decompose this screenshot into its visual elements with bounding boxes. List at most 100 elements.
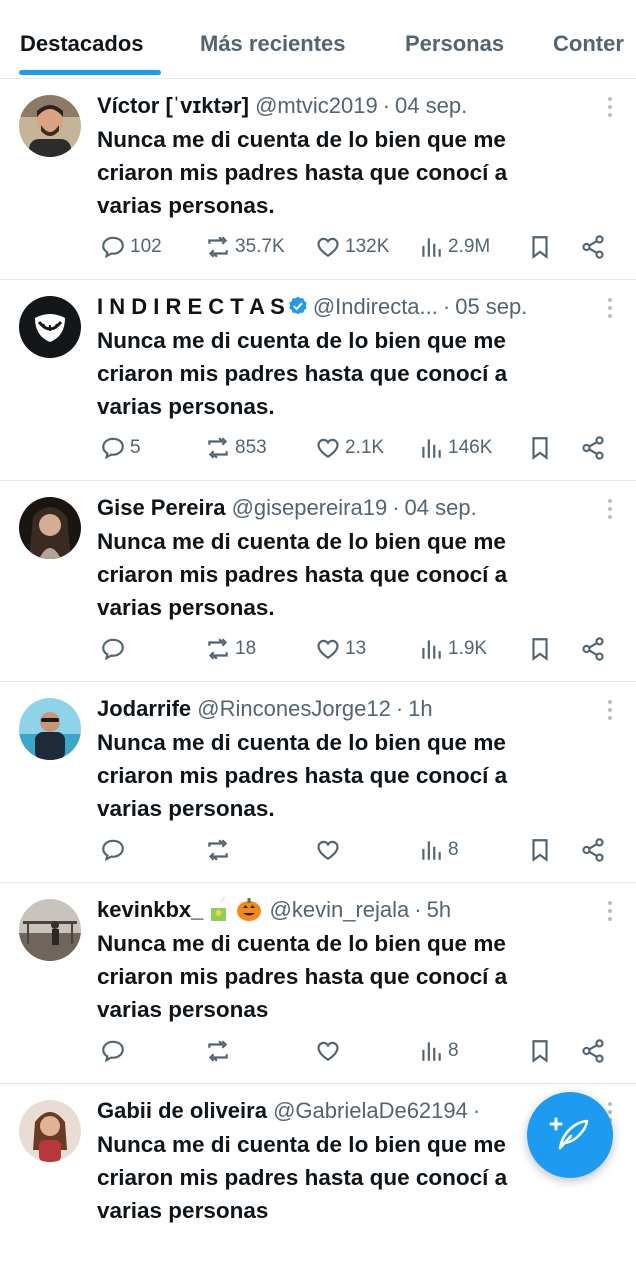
reply-button[interactable]: 102 [100,229,162,265]
tweet-actions: 8 [0,1033,636,1069]
tab-mas-recientes[interactable]: Más recientes [200,30,346,58]
tab-contenido[interactable]: Conter [553,30,624,58]
reply-button[interactable]: 5 [100,430,141,466]
views-button[interactable]: 1.9K [418,631,487,667]
more-icon[interactable] [606,97,614,117]
repost-icon [208,437,228,459]
more-icon[interactable] [606,298,614,318]
tweet-text: Nunca me di cuenta de lo bien que me cri… [97,328,508,419]
display-name[interactable]: Gise Pereira [97,495,225,520]
tweet-header: Jodarrife @RinconesJorge12 · 1h [97,693,580,725]
reply-icon [102,236,124,259]
reply-button[interactable] [100,832,130,868]
bookmark-button[interactable] [527,832,553,868]
timestamp[interactable]: 05 sep. [455,294,527,319]
avatar[interactable] [19,899,81,961]
avatar[interactable] [19,497,81,559]
user-handle[interactable]: @kevin_rejala [270,897,410,922]
user-handle[interactable]: @RinconesJorge12 [197,696,391,721]
compose-post-icon [549,1117,589,1150]
avatar[interactable] [19,95,81,157]
repost-count: 853 [235,437,267,458]
repost-count: 18 [235,638,257,659]
avatar[interactable] [19,1100,81,1162]
timestamp[interactable]: 1h [408,696,432,721]
verified-badge-icon [289,296,307,315]
tweet-actions: 5 853 2.1K 146K [0,430,636,466]
user-handle[interactable]: @GabrielaDe62194 [273,1098,468,1123]
display-name[interactable]: Jodarrife [97,696,191,721]
display-name[interactable]: Gabii de oliveira [97,1098,267,1123]
like-button[interactable]: 132K [315,229,389,265]
tweet-header: Gise Pereira @gisepereira19 · 04 sep. [97,492,580,524]
tweet[interactable]: kevinkbx_ @kevin_rejala · 5h Nunca me di c… [0,883,636,1084]
reply-count: 102 [130,236,162,257]
display-name[interactable]: I N D I R E C T A S [97,294,285,319]
views-count: 8 [448,839,459,860]
views-count: 2.9M [448,236,491,257]
tweet[interactable]: Víctor [ˈvɪktər] @mtvic2019 · 04 sep. Nunc… [0,79,636,280]
tweet[interactable]: Jodarrife @RinconesJorge12 · 1h Nunca me d… [0,682,636,883]
tweet[interactable]: I N D I R E C T A S @Indirecta... · 05 sep.… [0,280,636,481]
share-button[interactable] [580,1033,606,1069]
like-button[interactable] [315,1033,345,1069]
tweet[interactable]: Gise Pereira @gisepereira19 · 04 sep. Nunc… [0,481,636,682]
tweet-text: Nunca me di cuenta de lo bien que me cri… [97,1132,508,1223]
views-count: 146K [448,437,493,458]
repost-button[interactable] [205,1033,235,1069]
share-button[interactable] [580,430,606,466]
tab-personas[interactable]: Personas [405,30,504,58]
reply-button[interactable] [100,631,130,667]
bookmark-button[interactable] [527,430,553,466]
repost-button[interactable]: 853 [205,430,267,466]
share-button[interactable] [580,631,606,667]
more-icon[interactable] [606,499,614,519]
tweet-header: Víctor [ˈvɪktər] @mtvic2019 · 04 sep. [97,90,580,122]
like-icon [317,1041,339,1061]
user-handle[interactable]: @mtvic2019 [255,93,378,118]
more-icon[interactable] [606,901,614,921]
repost-button[interactable] [205,832,235,868]
bookmark-button[interactable] [527,229,553,265]
repost-icon [208,1040,228,1062]
reply-count: 5 [130,437,141,458]
like-count: 13 [345,638,367,659]
display-name[interactable]: Víctor [ˈvɪktər] [97,93,249,118]
views-button[interactable]: 146K [418,430,492,466]
repost-icon [208,638,228,660]
like-button[interactable] [315,832,345,868]
share-icon [582,436,604,460]
compose-post-button[interactable] [527,1092,613,1178]
views-button[interactable]: 2.9M [418,229,490,265]
like-button[interactable]: 2.1K [315,430,384,466]
repost-icon [208,236,228,258]
user-handle[interactable]: @Indirecta... [313,294,438,319]
timestamp[interactable]: 04 sep. [405,495,477,520]
search-tabs: Destacados Más recientes Personas Conter [0,0,636,79]
jack-o-lantern-emoji [237,898,262,921]
views-button[interactable]: 8 [418,832,459,868]
more-icon[interactable] [606,700,614,720]
timestamp[interactable]: 5h [427,897,451,922]
tweet-header: Gabii de oliveira @GabrielaDe62194 · [97,1095,580,1127]
reply-button[interactable] [100,1033,130,1069]
timestamp[interactable]: 04 sep. [395,93,467,118]
bookmark-button[interactable] [527,1033,553,1069]
tab-destacados[interactable]: Destacados [20,30,144,58]
bookmark-button[interactable] [527,631,553,667]
avatar[interactable] [19,698,81,760]
share-button[interactable] [580,832,606,868]
views-button[interactable]: 8 [418,1033,459,1069]
repost-button[interactable]: 18 [205,631,256,667]
share-button[interactable] [580,229,606,265]
avatar[interactable] [19,296,81,358]
display-name[interactable]: kevinkbx_ [97,897,203,922]
repost-count: 35.7K [235,236,285,257]
repost-icon [208,839,228,861]
like-icon [317,840,339,860]
reply-icon [102,437,124,460]
repost-button[interactable]: 35.7K [205,229,285,265]
user-handle[interactable]: @gisepereira19 [232,495,388,520]
like-count: 132K [345,236,390,257]
like-button[interactable]: 13 [315,631,366,667]
